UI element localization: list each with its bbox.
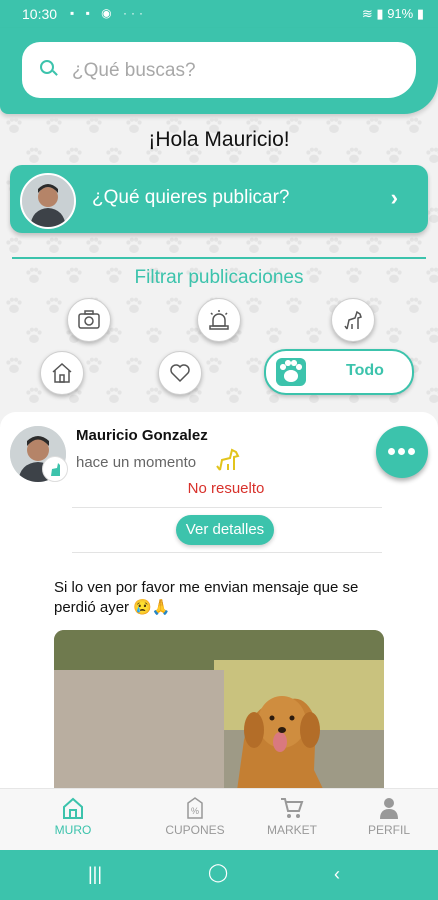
paw-pattern-mark	[246, 297, 262, 313]
publish-label: ¿Qué quieres publicar?	[92, 187, 290, 208]
paw-pattern-mark	[166, 297, 182, 313]
divider	[72, 552, 382, 553]
post-photo[interactable]	[54, 630, 384, 812]
paw-pattern-mark	[286, 297, 302, 313]
dog-badge-icon	[42, 456, 68, 482]
paw-pattern-mark	[126, 297, 142, 313]
dot-icon	[408, 448, 415, 455]
paw-pattern-mark	[46, 297, 62, 313]
publish-button[interactable]: ¿Qué quieres publicar? ›	[10, 165, 428, 233]
filter-all-button[interactable]: Todo	[264, 349, 414, 395]
paw-pattern-mark	[406, 237, 422, 253]
home-icon	[61, 797, 85, 819]
more-options-button[interactable]	[376, 426, 428, 478]
status-time: 10:30	[22, 6, 58, 22]
paw-pattern-mark	[26, 327, 42, 343]
svg-text:%: %	[191, 806, 199, 816]
filter-title: Filtrar publicaciones	[134, 267, 304, 288]
dot-icon	[398, 448, 405, 455]
home-icon	[52, 362, 72, 383]
greeting-text: ¡Hola Mauricio!	[148, 128, 290, 151]
paw-pattern-mark	[306, 327, 322, 343]
nav-label: CUPONES	[165, 823, 225, 837]
notification-icons: ▪ ▪ ◉ ···	[70, 6, 147, 20]
search-bar[interactable]	[22, 42, 416, 98]
paw-pattern-mark	[206, 357, 222, 373]
user-avatar	[20, 173, 76, 229]
system-nav-bar: ||| ◯ ‹	[0, 850, 438, 900]
paw-pattern-mark	[126, 357, 142, 373]
paw-pattern-mark	[226, 387, 242, 403]
filter-all-label: Todo	[346, 362, 384, 379]
paw-pattern-mark	[406, 297, 422, 313]
paw-pattern-mark	[426, 327, 438, 343]
paw-pattern-mark	[266, 327, 282, 343]
cart-icon	[280, 797, 304, 819]
bottom-nav: MURO % CUPONES MARKET PERFIL	[0, 788, 438, 851]
back-icon[interactable]: ‹	[334, 864, 340, 885]
nav-item-muro[interactable]: MURO	[18, 797, 128, 837]
filter-camera-button[interactable]	[67, 298, 111, 342]
battery-level: ≋ ▮ 91% ▮	[361, 6, 424, 21]
paw-pattern-mark	[146, 327, 162, 343]
coupon-tag-icon: %	[183, 797, 207, 819]
nav-label: PERFIL	[367, 823, 410, 837]
paw-pattern-mark	[246, 237, 262, 253]
paw-pattern-mark	[6, 357, 22, 373]
divider	[72, 507, 382, 508]
paw-pattern-mark	[326, 237, 342, 253]
paw-pattern-mark	[106, 387, 122, 403]
post-time: hace un momento	[76, 454, 197, 471]
nav-label: MARKET	[266, 823, 317, 837]
paw-pattern-mark	[246, 357, 262, 373]
paw-pattern-mark	[166, 237, 182, 253]
filter-alert-button[interactable]	[197, 298, 241, 342]
filter-dog-button[interactable]	[331, 298, 375, 342]
nav-item-cupones[interactable]: % CUPONES	[140, 797, 250, 837]
paw-pattern-mark	[366, 237, 382, 253]
recent-apps-icon[interactable]: |||	[88, 864, 102, 885]
paw-pattern-mark	[426, 207, 438, 223]
view-details-button[interactable]: Ver detalles	[176, 515, 274, 545]
nav-item-perfil[interactable]: PERFIL	[334, 797, 438, 837]
paw-pattern-mark	[386, 327, 402, 343]
camera-icon	[78, 310, 100, 329]
paw-icon	[276, 358, 306, 386]
search-icon	[40, 60, 54, 74]
post-text: Si lo ven por favor me envian mensaje qu…	[54, 579, 359, 616]
home-circle-icon[interactable]: ◯	[208, 862, 228, 883]
search-input[interactable]	[70, 56, 394, 86]
filter-heart-button[interactable]	[158, 351, 202, 395]
dog-icon	[344, 310, 362, 330]
filter-home-button[interactable]	[40, 351, 84, 395]
nav-label: MURO	[54, 823, 92, 837]
wifi-signal-icon: ≋ ▮	[361, 6, 388, 21]
paw-pattern-mark	[86, 237, 102, 253]
paw-pattern-mark	[46, 237, 62, 253]
chevron-right-icon: ›	[390, 185, 398, 210]
paw-pattern-mark	[146, 387, 162, 403]
paw-pattern-mark	[86, 357, 102, 373]
status-bar: 10:30 ▪ ▪ ◉ ··· ≋ ▮ 91% ▮	[0, 0, 438, 28]
battery-percent: 91%	[387, 6, 414, 21]
paw-pattern-mark	[206, 237, 222, 253]
post-status: No resuelto	[187, 480, 265, 497]
post-card: Mauricio Gonzalez hace un momento No res…	[0, 412, 438, 812]
paw-pattern-mark	[126, 237, 142, 253]
paw-pattern-mark	[6, 237, 22, 253]
section-divider	[12, 257, 426, 259]
user-icon	[377, 797, 401, 819]
paw-pattern-mark	[6, 297, 22, 313]
nav-item-market[interactable]: MARKET	[237, 797, 347, 837]
paw-pattern-mark	[426, 387, 438, 403]
paw-pattern-mark	[286, 237, 302, 253]
heart-icon	[170, 364, 190, 383]
post-author[interactable]: Mauricio Gonzalez	[76, 427, 208, 444]
dog-sitting-icon	[216, 448, 240, 471]
siren-icon	[209, 310, 229, 330]
paw-pattern-mark	[26, 387, 42, 403]
dot-icon	[388, 448, 395, 455]
